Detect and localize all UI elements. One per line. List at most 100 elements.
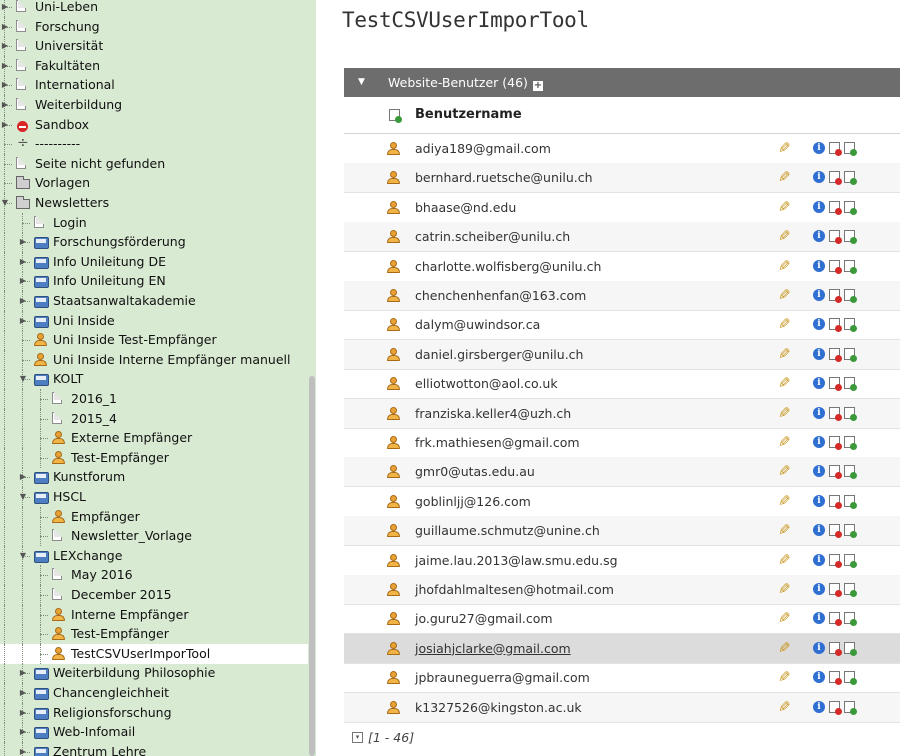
tree-item[interactable]: ▼ KOLT [0,369,308,390]
info-icon[interactable]: i [813,641,825,654]
expand-icon[interactable]: ▶ [0,17,10,37]
user-icon[interactable] [387,259,400,273]
username-cell[interactable]: adiya189@gmail.com [415,134,551,163]
username-cell[interactable]: jaime.lau.2013@law.smu.edu.sg [415,546,618,575]
table-row[interactable]: charlotte.wolfisberg@unilu.ch i [344,252,900,282]
page-icon[interactable] [16,98,26,110]
table-row[interactable]: jpbrauneguerra@gmail.com i [344,663,900,694]
spacer-icon[interactable] [16,133,29,153]
table-row[interactable]: josiahjclarke@gmail.com i [344,633,900,664]
pager-toggle-icon[interactable]: ▾ [352,732,363,743]
expand-icon[interactable]: ▶ [0,115,10,135]
new-record-after-icon[interactable] [844,347,857,362]
user-icon[interactable] [387,318,400,332]
tree-item-label[interactable]: Web-Infomail [53,722,135,742]
delete-record-icon[interactable] [829,142,842,156]
user-icon[interactable] [52,450,65,464]
edit-pencil-icon[interactable] [778,310,794,339]
user-icon[interactable] [34,352,47,366]
tree-item-label[interactable]: Test-Empfänger [71,624,169,644]
tree-item[interactable]: ▶ Forschung [0,16,308,37]
table-row[interactable]: jhofdahlmaltesen@hotmail.com i [344,575,900,605]
new-record-after-icon[interactable] [844,494,857,509]
username-cell[interactable]: josiahjclarke@gmail.com [415,634,571,663]
username-cell[interactable]: charlotte.wolfisberg@unilu.ch [415,252,601,281]
tree-item[interactable]: ▶ Uni-Leben [0,0,308,17]
expand-icon[interactable]: ▶ [0,36,10,56]
expand-icon[interactable]: ▶ [18,311,28,331]
username-cell[interactable]: chenchenhenfan@163.com [415,281,586,310]
new-record-after-icon[interactable] [844,641,857,656]
tree-item-label[interactable]: ---------- [35,134,80,154]
tree-item[interactable]: ▶ Info Unileitung EN [0,271,308,292]
page-icon[interactable] [52,588,62,600]
user-icon[interactable] [387,583,400,596]
table-row[interactable]: adiya189@gmail.com i [344,134,900,164]
collapse-icon[interactable]: ▼ [18,369,28,389]
delete-record-icon[interactable] [829,612,842,627]
tree-item[interactable]: ▶ Religionsforschung [0,702,308,723]
tree-item-label[interactable]: LEXchange [53,546,122,566]
info-icon[interactable]: i [813,436,825,448]
delete-record-icon[interactable] [829,700,842,715]
tree-item[interactable]: ▶ Web-Infomail [0,722,308,743]
page-icon[interactable] [16,39,26,52]
tree-item[interactable]: ▼ LEXchange [0,545,308,566]
info-icon[interactable]: i [813,200,825,213]
user-icon[interactable] [387,671,400,685]
tree-item-label[interactable]: Sandbox [35,115,89,135]
info-icon[interactable]: i [813,553,825,566]
tree-item-label[interactable]: Interne Empfänger [71,605,188,625]
info-icon[interactable]: i [813,583,825,595]
table-row[interactable]: elliotwotton@aol.co.uk i [344,369,900,400]
delete-record-icon[interactable] [829,641,842,656]
newsletter-icon[interactable] [34,315,49,328]
user-icon[interactable] [387,171,400,185]
username-cell[interactable]: jo.guru27@gmail.com [415,604,553,633]
page-icon[interactable] [16,0,26,12]
new-record-after-icon[interactable] [844,318,857,333]
user-icon[interactable] [387,142,400,155]
edit-pencil-icon[interactable] [778,428,794,457]
tree-item-label[interactable]: Externe Empfänger [71,428,192,448]
username-cell[interactable]: dalym@uwindsor.ca [415,310,540,339]
expand-icon[interactable]: ▶ [0,95,10,115]
new-record-after-icon[interactable] [844,289,857,303]
tree-item[interactable]: ▶ Weiterbildung [0,95,308,115]
username-cell[interactable]: goblinljj@126.com [415,487,531,516]
new-record-after-icon[interactable] [844,259,857,274]
username-cell[interactable]: daniel.girsberger@unilu.ch [415,340,583,369]
user-icon[interactable] [387,612,400,626]
tree-item[interactable]: ---------- [0,133,308,155]
tree-item-label[interactable]: Forschung [35,17,100,37]
info-icon[interactable]: i [813,671,825,684]
username-cell[interactable]: bhaase@nd.edu [415,193,516,222]
newsletter-icon[interactable] [34,296,49,308]
tree-item-label[interactable]: Kunstforum [53,467,125,487]
newsletter-icon[interactable] [34,237,49,250]
user-icon[interactable] [387,436,400,449]
tree-item-label[interactable]: Login [53,213,87,233]
user-icon[interactable] [34,333,47,347]
table-row[interactable]: jaime.lau.2013@law.smu.edu.sg i [344,546,900,576]
tree-item-label[interactable]: Universität [35,36,103,56]
expand-icon[interactable]: ▶ [18,271,28,291]
info-icon[interactable]: i [813,318,825,331]
newsletter-icon[interactable] [34,688,49,700]
tree-item[interactable]: ▶ Sandbox [0,114,308,135]
user-icon[interactable] [387,641,400,655]
tree-item[interactable]: May 2016 [0,565,308,586]
tree-item[interactable]: Vorlagen [0,173,308,194]
expand-icon[interactable]: ▶ [18,291,28,311]
table-row[interactable]: catrin.scheiber@unilu.ch i [344,222,900,253]
new-record-after-icon[interactable] [844,465,857,480]
tree-item[interactable]: ▶ Kunstforum [0,467,308,488]
table-row[interactable]: frk.mathiesen@gmail.com i [344,428,900,458]
tree-item-label[interactable]: International [35,75,115,95]
info-icon[interactable]: i [813,347,825,360]
tree-item-label[interactable]: Chancengleichheit [53,683,169,703]
newsletter-icon[interactable] [34,727,49,740]
table-row[interactable]: guillaume.schmutz@unine.ch i [344,516,900,547]
sandbox-icon[interactable] [16,118,30,132]
table-row[interactable]: dalym@uwindsor.ca i [344,310,900,341]
